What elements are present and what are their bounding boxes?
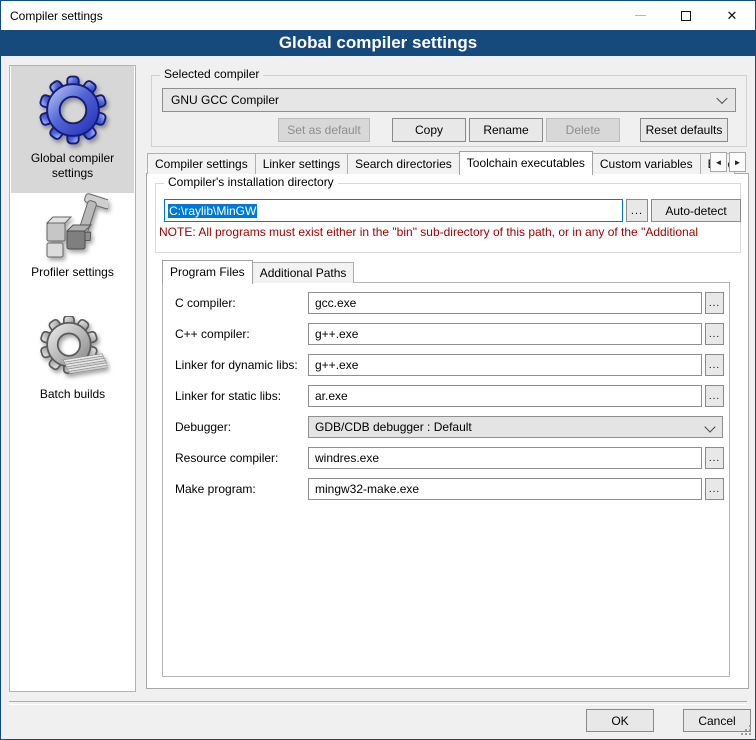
toolchain-executables-page: Compiler's installation directory C:\ray… [146,173,749,689]
compiler-settings-dialog: Compiler settings ✕ Global compiler sett… [0,0,756,740]
maximize-button[interactable] [663,1,709,30]
page-title: Global compiler settings [1,30,755,56]
installation-directory-group: Compiler's installation directory C:\ray… [155,183,741,253]
delete-button[interactable]: Delete [546,118,620,142]
tab-toolchain-executables[interactable]: Toolchain executables [459,151,593,175]
close-icon: ✕ [727,9,738,22]
tab-custom-variables[interactable]: Custom variables [592,153,701,174]
sidebar-item-batch-builds[interactable]: Batch builds [11,314,134,420]
set-as-default-button[interactable]: Set as default [278,118,370,142]
tab-compiler-settings[interactable]: Compiler settings [147,153,256,174]
field-label: Debugger: [175,420,231,434]
field-label: C++ compiler: [175,327,250,341]
selected-compiler-group: Selected compiler GNU GCC Compiler Set a… [151,75,747,147]
main-tab-strip: Compiler settingsLinker settingsSearch d… [147,151,735,174]
field-label: Linker for dynamic libs: [175,358,298,372]
field-input[interactable]: ar.exe [308,385,702,407]
tab-scroll-controls: ◄ ► [708,152,746,172]
installation-directory-group-label: Compiler's installation directory [164,175,338,189]
field-input[interactable]: windres.exe [308,447,702,469]
close-button[interactable]: ✕ [709,1,755,30]
field-label: Resource compiler: [175,451,278,465]
field-row-debugger: Debugger: GDB/CDB debugger : Default ... [163,416,729,438]
sidebar-item-global-compiler-settings[interactable]: Global compiler settings [11,66,134,193]
program-files-panel: C compiler: gcc.exe ... C++ compiler: g+… [162,282,730,677]
subtab-additional-paths[interactable]: Additional Paths [252,262,355,283]
gear-blue-icon [11,72,134,151]
field-browse-button[interactable]: ... [705,447,724,469]
field-row-linker-for-static-libs: Linker for static libs: ar.exe ... [163,385,729,407]
sidebar-item-label: Profiler settings [11,265,134,280]
selected-compiler-group-label: Selected compiler [160,67,263,81]
tab-scroll-right-icon: ► [734,158,742,167]
installation-directory-browse-button[interactable]: ... [626,199,648,222]
rename-button[interactable]: Rename [469,118,543,142]
chevron-down-icon [716,93,727,104]
maximize-icon [681,11,691,21]
field-row-make-program: Make program: mingw32-make.exe ... [163,478,729,500]
installation-note: NOTE: All programs must exist either in … [159,225,744,239]
field-browse-button[interactable]: ... [705,323,724,345]
field-label: C compiler: [175,296,236,310]
footer-divider [9,701,747,705]
compiler-actions: Set as default CopyRenameDelete Reset defa… [278,118,728,142]
settings-sidebar: Global compiler settings Profiler s [9,65,136,692]
field-browse-button[interactable]: ... [705,354,724,376]
auto-detect-button[interactable]: Auto-detect [651,199,741,222]
subtab-program-files[interactable]: Program Files [162,260,253,284]
field-row-c-compiler: C++ compiler: g++.exe ... [163,323,729,345]
field-label: Make program: [175,482,256,496]
window-controls: ✕ [617,1,755,30]
field-browse-button[interactable]: ... [705,478,724,500]
field-input[interactable]: gcc.exe [308,292,702,314]
minimize-button[interactable] [617,1,663,30]
reset-defaults-button[interactable]: Reset defaults [640,118,728,142]
tab-scroll-left-icon: ◄ [715,158,723,167]
field-input[interactable]: g++.exe [308,354,702,376]
field-input[interactable]: g++.exe [308,323,702,345]
installation-directory-value: C:\raylib\MinGW [168,204,257,218]
sidebar-item-profiler-settings[interactable]: Profiler settings [11,190,134,298]
field-label: Linker for static libs: [175,389,281,403]
tab-search-directories[interactable]: Search directories [347,153,460,174]
resize-grip-icon[interactable] [741,725,751,735]
batch-builds-icon [11,316,134,387]
field-select[interactable]: GDB/CDB debugger : Default [308,416,723,438]
compiler-select[interactable]: GNU GCC Compiler [162,88,736,112]
profiler-icon [11,192,134,265]
compiler-select-value: GNU GCC Compiler [171,93,279,107]
installation-directory-input[interactable]: C:\raylib\MinGW [164,199,623,222]
tab-scroll-left-button[interactable]: ◄ [710,152,727,172]
field-browse-button[interactable]: ... [705,385,724,407]
tab-linker-settings[interactable]: Linker settings [255,153,348,174]
field-row-linker-for-dynamic-libs: Linker for dynamic libs: g++.exe ... [163,354,729,376]
copy-button[interactable]: Copy [392,118,466,142]
sidebar-item-label: Batch builds [11,387,134,402]
ok-button[interactable]: OK [586,709,654,732]
sub-tab-strip: Program FilesAdditional Paths [162,260,354,283]
minimize-icon [635,15,646,16]
field-input[interactable]: mingw32-make.exe [308,478,702,500]
tab-scroll-right-button[interactable]: ► [729,152,746,172]
title-bar[interactable]: Compiler settings ✕ [1,1,755,30]
window-title: Compiler settings [10,9,103,23]
field-browse-button[interactable]: ... [705,292,724,314]
sidebar-item-label: Global compiler settings [11,151,134,181]
field-row-resource-compiler: Resource compiler: windres.exe ... [163,447,729,469]
field-row-c-compiler: C compiler: gcc.exe ... [163,292,729,314]
